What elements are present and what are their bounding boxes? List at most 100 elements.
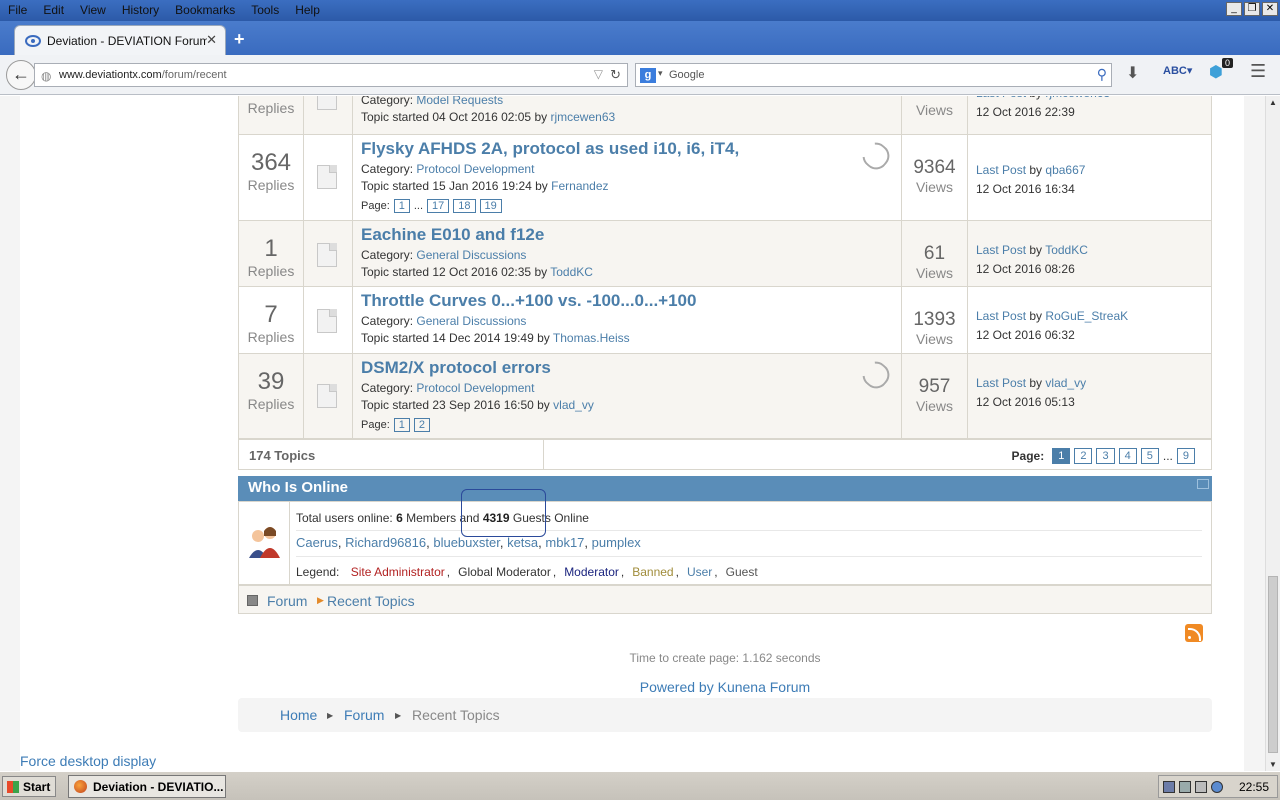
topic-page-link[interactable]: 19 (479, 199, 502, 213)
powered-by-link[interactable]: Powered by Kunena Forum (0, 679, 1265, 695)
author-link[interactable]: Fernandez (551, 179, 608, 193)
author-link[interactable]: Thomas.Heiss (553, 331, 630, 345)
minimize-button[interactable]: _ (1226, 2, 1242, 16)
online-member-link[interactable]: Caerus (296, 535, 338, 550)
last-post-line: Last Post by vlad_vy (976, 376, 1212, 390)
topic-title-link[interactable]: DSM2/X protocol errors (361, 358, 901, 378)
new-tab-icon[interactable]: + (234, 29, 245, 50)
online-member-link[interactable]: Richard96816 (345, 535, 426, 550)
taskbar-firefox-item[interactable]: Deviation - DEVIATIO... (68, 775, 226, 798)
menu-help[interactable]: Help (287, 0, 328, 21)
last-post-date: 12 Oct 2016 16:34 (976, 182, 1075, 196)
collapse-icon[interactable] (1197, 479, 1209, 489)
last-post-user-link[interactable]: qba667 (1045, 163, 1085, 177)
tray-volume-icon[interactable] (1211, 781, 1223, 793)
menu-view[interactable]: View (72, 0, 114, 21)
topic-title-link[interactable]: Throttle Curves 0...+100 vs. -100...0...… (361, 291, 901, 311)
breadcrumb-arrow-icon: ▶ (317, 595, 324, 605)
scroll-down-icon[interactable]: ▼ (1269, 760, 1277, 769)
menu-file[interactable]: File (0, 0, 35, 21)
reload-icon[interactable]: ↻ (610, 67, 621, 83)
topic-page-link[interactable]: 1 (393, 199, 410, 213)
tray-tool-icon[interactable] (1195, 781, 1207, 793)
force-desktop-link[interactable]: Force desktop display (20, 753, 156, 769)
browser-tab[interactable]: Deviation - DEVIATION Forum... ✕ (14, 25, 226, 55)
page-link[interactable]: 2 (1074, 448, 1093, 464)
last-post-user-link[interactable]: vlad_vy (1045, 376, 1086, 390)
views-cell: 957 Views (902, 354, 968, 438)
scroll-thumb[interactable] (1268, 576, 1278, 753)
menu-bookmarks[interactable]: Bookmarks (167, 0, 243, 21)
last-post-user-link[interactable]: RoGuE_StreaK (1045, 309, 1128, 323)
tray-display-icon[interactable] (1179, 781, 1191, 793)
online-member-link[interactable]: ketsa (507, 535, 538, 550)
page-scrollbar[interactable]: ▲ ▼ (1265, 96, 1280, 771)
search-icon[interactable]: ⚲ (1097, 66, 1107, 83)
last-post-link[interactable]: Last Post (976, 243, 1026, 257)
last-post-link[interactable]: Last Post (976, 309, 1026, 323)
rss-icon[interactable] (1185, 624, 1203, 642)
author-link[interactable]: ToddKC (550, 265, 593, 279)
tray-network-icon[interactable] (1163, 781, 1175, 793)
close-window-button[interactable]: ✕ (1262, 2, 1278, 16)
back-button[interactable]: ← (6, 60, 36, 90)
menu-history[interactable]: History (114, 0, 167, 21)
topic-started-text: Topic started 23 Sep 2016 16:50 by (361, 398, 550, 412)
author-link[interactable]: rjmcewen63 (550, 110, 615, 124)
notification-icon[interactable]: ⬢ (1209, 62, 1223, 82)
start-button[interactable]: Start (2, 776, 56, 797)
last-post-link[interactable]: Last Post (976, 376, 1026, 390)
topic-title-link[interactable]: Eachine E010 and f12e (361, 225, 901, 245)
topic-page-link[interactable]: 17 (427, 199, 450, 213)
online-member-link[interactable]: pumplex (592, 535, 641, 550)
topic-page-link[interactable]: 1 (393, 418, 410, 432)
bottom-forum-link[interactable]: Forum (344, 707, 384, 723)
page-link[interactable]: 3 (1096, 448, 1115, 464)
menu-hamburger-icon[interactable]: ☰ (1250, 61, 1266, 82)
last-post-line: Last Post by qba667 (976, 163, 1212, 177)
nav-bar: ← ◍ www.deviationtx.com/forum/recent ▽ ↻… (0, 55, 1280, 95)
breadcrumb-forum-link[interactable]: Forum (267, 593, 307, 609)
author-link[interactable]: vlad_vy (553, 398, 594, 412)
topic-title-link[interactable]: Flysky AFHDS 2A, protocol as used i10, i… (361, 139, 901, 159)
last-post-link[interactable]: Last Post (976, 96, 1026, 100)
download-icon[interactable]: ⬇ (1126, 63, 1139, 83)
google-icon[interactable]: g (640, 68, 656, 83)
current-page[interactable]: 1 (1052, 448, 1071, 464)
category-link[interactable]: Protocol Development (416, 162, 534, 176)
online-member-link[interactable]: mbk17 (545, 535, 584, 550)
category-link[interactable]: General Discussions (416, 314, 526, 328)
topic-started-text: Topic started 14 Dec 2014 19:49 by (361, 331, 550, 345)
topic-page-link[interactable]: 18 (453, 199, 476, 213)
last-post-user-link[interactable]: ToddKC (1045, 243, 1088, 257)
topic-icon-cell (304, 221, 353, 286)
menu-tools[interactable]: Tools (243, 0, 287, 21)
last-post-user-link[interactable]: rjmcewen63 (1045, 96, 1110, 100)
engine-dropdown-icon[interactable]: ▾ (658, 68, 663, 79)
last-post-link[interactable]: Last Post (976, 163, 1026, 177)
search-bar[interactable]: g ▾ Google ⚲ (635, 63, 1112, 87)
restore-button[interactable]: ❐ (1244, 2, 1260, 16)
page-link[interactable]: 5 (1140, 448, 1159, 464)
scroll-up-icon[interactable]: ▲ (1269, 98, 1277, 107)
page-link[interactable]: 9 (1176, 448, 1195, 464)
taskbar: Start Deviation - DEVIATIO... 22:55 (0, 771, 1280, 800)
category-link[interactable]: Protocol Development (416, 381, 534, 395)
category-link[interactable]: General Discussions (416, 248, 526, 262)
page-link[interactable]: 4 (1118, 448, 1137, 464)
legend-item: Guest (725, 565, 758, 579)
online-member-link[interactable]: bluebuxster (433, 535, 500, 550)
menu-edit[interactable]: Edit (35, 0, 72, 21)
replies-cell: 5Replies (239, 96, 304, 134)
spellcheck-icon[interactable]: ABC▾ (1163, 64, 1192, 77)
topic-started: Topic started 15 Jan 2016 19:24 by Ferna… (361, 179, 901, 193)
url-dropdown-icon[interactable]: ▽ (594, 67, 603, 81)
bottom-home-link[interactable]: Home (280, 707, 317, 723)
breadcrumb-recent-link[interactable]: Recent Topics (327, 593, 415, 609)
page-time: Time to create page: 1.162 seconds (629, 651, 821, 665)
category-link[interactable]: Model Requests (416, 96, 503, 107)
url-bar[interactable]: ◍ www.deviationtx.com/forum/recent ▽ ↻ (34, 63, 628, 87)
topic-page-link[interactable]: 2 (413, 418, 430, 432)
menu-bar: File Edit View History Bookmarks Tools Help _ … (0, 0, 1280, 21)
tab-close-icon[interactable]: ✕ (206, 32, 217, 48)
